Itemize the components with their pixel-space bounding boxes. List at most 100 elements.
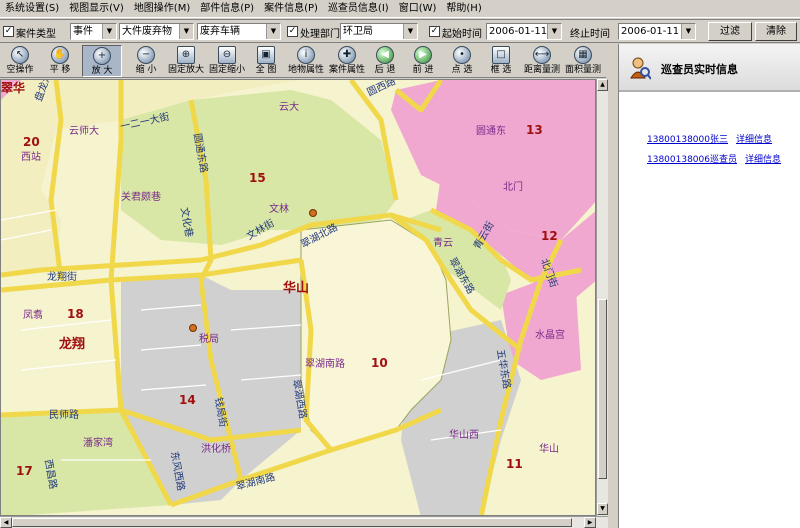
place-label: 龙翔 (59, 336, 85, 352)
place-label: 文林 (269, 202, 289, 215)
tool-label: 缩 小 (135, 65, 157, 75)
case-type-checkbox[interactable]: ✓ (3, 26, 14, 37)
category-value: 大件废弃物 (122, 26, 172, 37)
map-canvas[interactable]: 20 13 15 12 18 10 14 17 11 翠华 西站 云师大 一二一… (0, 79, 596, 516)
arrow-left-icon: ◀ (376, 46, 394, 64)
tool-box-select[interactable]: □ 框 选 (486, 45, 516, 77)
menu-system-settings[interactable]: 系统设置(S) (0, 0, 64, 18)
case-marker[interactable] (309, 209, 317, 217)
start-time-checkbox[interactable]: ✓ (429, 26, 440, 37)
tool-label: 距离量测 (523, 65, 560, 75)
map-vertical-scrollbar[interactable]: ▲ ▼ (596, 79, 608, 516)
district-number: 11 (506, 457, 523, 471)
inspector-detail-link[interactable]: 详细信息 (745, 155, 781, 165)
info-icon: i (297, 46, 315, 64)
fixed-zoom-out-icon: ⊖ (218, 46, 236, 64)
chevron-down-icon: ▼ (179, 24, 193, 39)
district-number: 13 (526, 123, 543, 137)
case-marker[interactable] (189, 324, 197, 332)
tool-label: 框 选 (490, 65, 512, 75)
end-time-value: 2006-01-11 (621, 26, 680, 37)
place-label: 洪化桥 (201, 442, 231, 455)
filter-button[interactable]: 过滤 (708, 22, 752, 41)
map-svg: 20 13 15 12 18 10 14 17 11 翠华 西站 云师大 一二一… (1, 80, 595, 515)
place-label: 税局 (199, 332, 219, 345)
tool-label: 案件属性 (328, 65, 365, 75)
scroll-thumb[interactable] (12, 518, 572, 527)
tool-label: 全 图 (255, 65, 277, 75)
scroll-up-icon[interactable]: ▲ (597, 79, 608, 91)
menu-inspector-info[interactable]: 巡查员信息(I) (323, 0, 394, 18)
tool-label: 地物属性 (287, 65, 324, 75)
chevron-down-icon: ▼ (403, 24, 417, 39)
inspector-entry: 13800138006巡查员 详细信息 (647, 152, 781, 165)
chevron-down-icon: ▼ (102, 24, 116, 39)
start-time-picker[interactable]: 2006-01-11 ▼ (486, 23, 562, 40)
end-time-picker[interactable]: 2006-01-11 ▼ (618, 23, 696, 40)
menu-part-info[interactable]: 部件信息(P) (195, 0, 259, 18)
arrow-right-icon: ▶ (414, 46, 432, 64)
tool-measure-distance[interactable]: ⟷ 距离量测 (522, 45, 562, 77)
tool-back[interactable]: ◀ 后 退 (370, 45, 400, 77)
place-label: 龙翔街 (47, 270, 77, 283)
menu-map-operation[interactable]: 地图操作(M) (129, 0, 195, 18)
tool-label: 固定放大 (167, 65, 204, 75)
subcategory-select[interactable]: 废弃车辆 ▼ (197, 23, 281, 40)
category-select[interactable]: 大件废弃物 ▼ (119, 23, 194, 40)
district-number: 10 (371, 356, 388, 370)
menu-window[interactable]: 窗口(W) (394, 0, 442, 18)
ruler-icon: ⟷ (533, 46, 551, 64)
inspector-entry: 13800138000张三 详细信息 (647, 132, 772, 145)
inspector-detail-link[interactable]: 详细信息 (736, 135, 772, 145)
map-horizontal-scrollbar[interactable]: ◀ ▶ (0, 516, 608, 528)
dept-select[interactable]: 环卫局 ▼ (340, 23, 418, 40)
place-label: 华山 (539, 442, 559, 455)
scroll-thumb[interactable] (598, 299, 607, 479)
place-label: 凤翥 (23, 308, 43, 321)
tool-label: 固定缩小 (208, 65, 245, 75)
tool-forward[interactable]: ▶ 前 进 (408, 45, 438, 77)
inspector-link[interactable]: 13800138006巡查员 (647, 155, 737, 165)
tool-pan[interactable]: ✋ 平 移 (42, 45, 78, 77)
tool-fixed-zoom-in[interactable]: ⊕ 固定放大 (166, 45, 206, 77)
tool-label: 后 退 (374, 65, 396, 75)
case-icon: ✚ (338, 46, 356, 64)
scroll-down-icon[interactable]: ▼ (597, 503, 608, 515)
tool-feature-attr[interactable]: i 地物属性 (286, 45, 326, 77)
menu-case-info[interactable]: 案件信息(P) (259, 0, 323, 18)
tool-measure-area[interactable]: ▦ 面积量测 (563, 45, 603, 77)
menu-view[interactable]: 视图显示(V) (64, 0, 129, 18)
box-select-icon: □ (492, 46, 510, 64)
dept-value: 环卫局 (343, 26, 373, 37)
scroll-left-icon[interactable]: ◀ (0, 517, 12, 528)
place-label: 华山西 (449, 428, 479, 441)
clear-button[interactable]: 清除 (755, 22, 797, 41)
tool-empty-operation[interactable]: ↖ 空操作 (2, 45, 38, 77)
menu-help[interactable]: 帮助(H) (441, 0, 486, 18)
tool-case-attr[interactable]: ✚ 案件属性 (327, 45, 367, 77)
tool-fixed-zoom-out[interactable]: ⊖ 固定缩小 (207, 45, 247, 77)
district-number: 12 (541, 229, 558, 243)
inspector-link[interactable]: 13800138000张三 (647, 135, 728, 145)
place-label: 民师路 (49, 408, 79, 421)
scroll-right-icon[interactable]: ▶ (584, 517, 596, 528)
tool-label: 点 选 (451, 65, 473, 75)
case-type-select[interactable]: 事件 ▼ (70, 23, 117, 40)
place-label: 水晶宫 (535, 328, 565, 341)
tool-zoom-in[interactable]: + 放 大 (82, 45, 122, 77)
tool-zoom-out[interactable]: − 缩 小 (128, 45, 164, 77)
place-label: 华山 (283, 280, 309, 296)
tool-full-map[interactable]: ▣ 全 图 (250, 45, 282, 77)
place-label: 潘家湾 (83, 436, 113, 449)
filter-bar: ✓ 案件类型 事件 ▼ 大件废弃物 ▼ 废弃车辆 ▼ ✓ 处理部门 环卫局 ▼ ✓ 起始… (0, 19, 800, 43)
tool-label: 面积量测 (564, 65, 601, 75)
fixed-zoom-in-icon: ⊕ (177, 46, 195, 64)
place-label: 翠湖南路 (305, 357, 345, 370)
zoom-out-icon: − (137, 46, 155, 64)
map-toolbar: ↖ 空操作 ✋ 平 移 + 放 大 − 缩 小 ⊕ 固定放大 ⊖ 固定缩小 ▣ 全 图 i 地物… (0, 44, 606, 78)
tool-point-select[interactable]: • 点 选 (446, 45, 478, 77)
dept-checkbox[interactable]: ✓ (287, 26, 298, 37)
district-number: 20 (23, 135, 40, 149)
tool-label: 空操作 (6, 65, 34, 75)
full-extent-icon: ▣ (257, 46, 275, 64)
